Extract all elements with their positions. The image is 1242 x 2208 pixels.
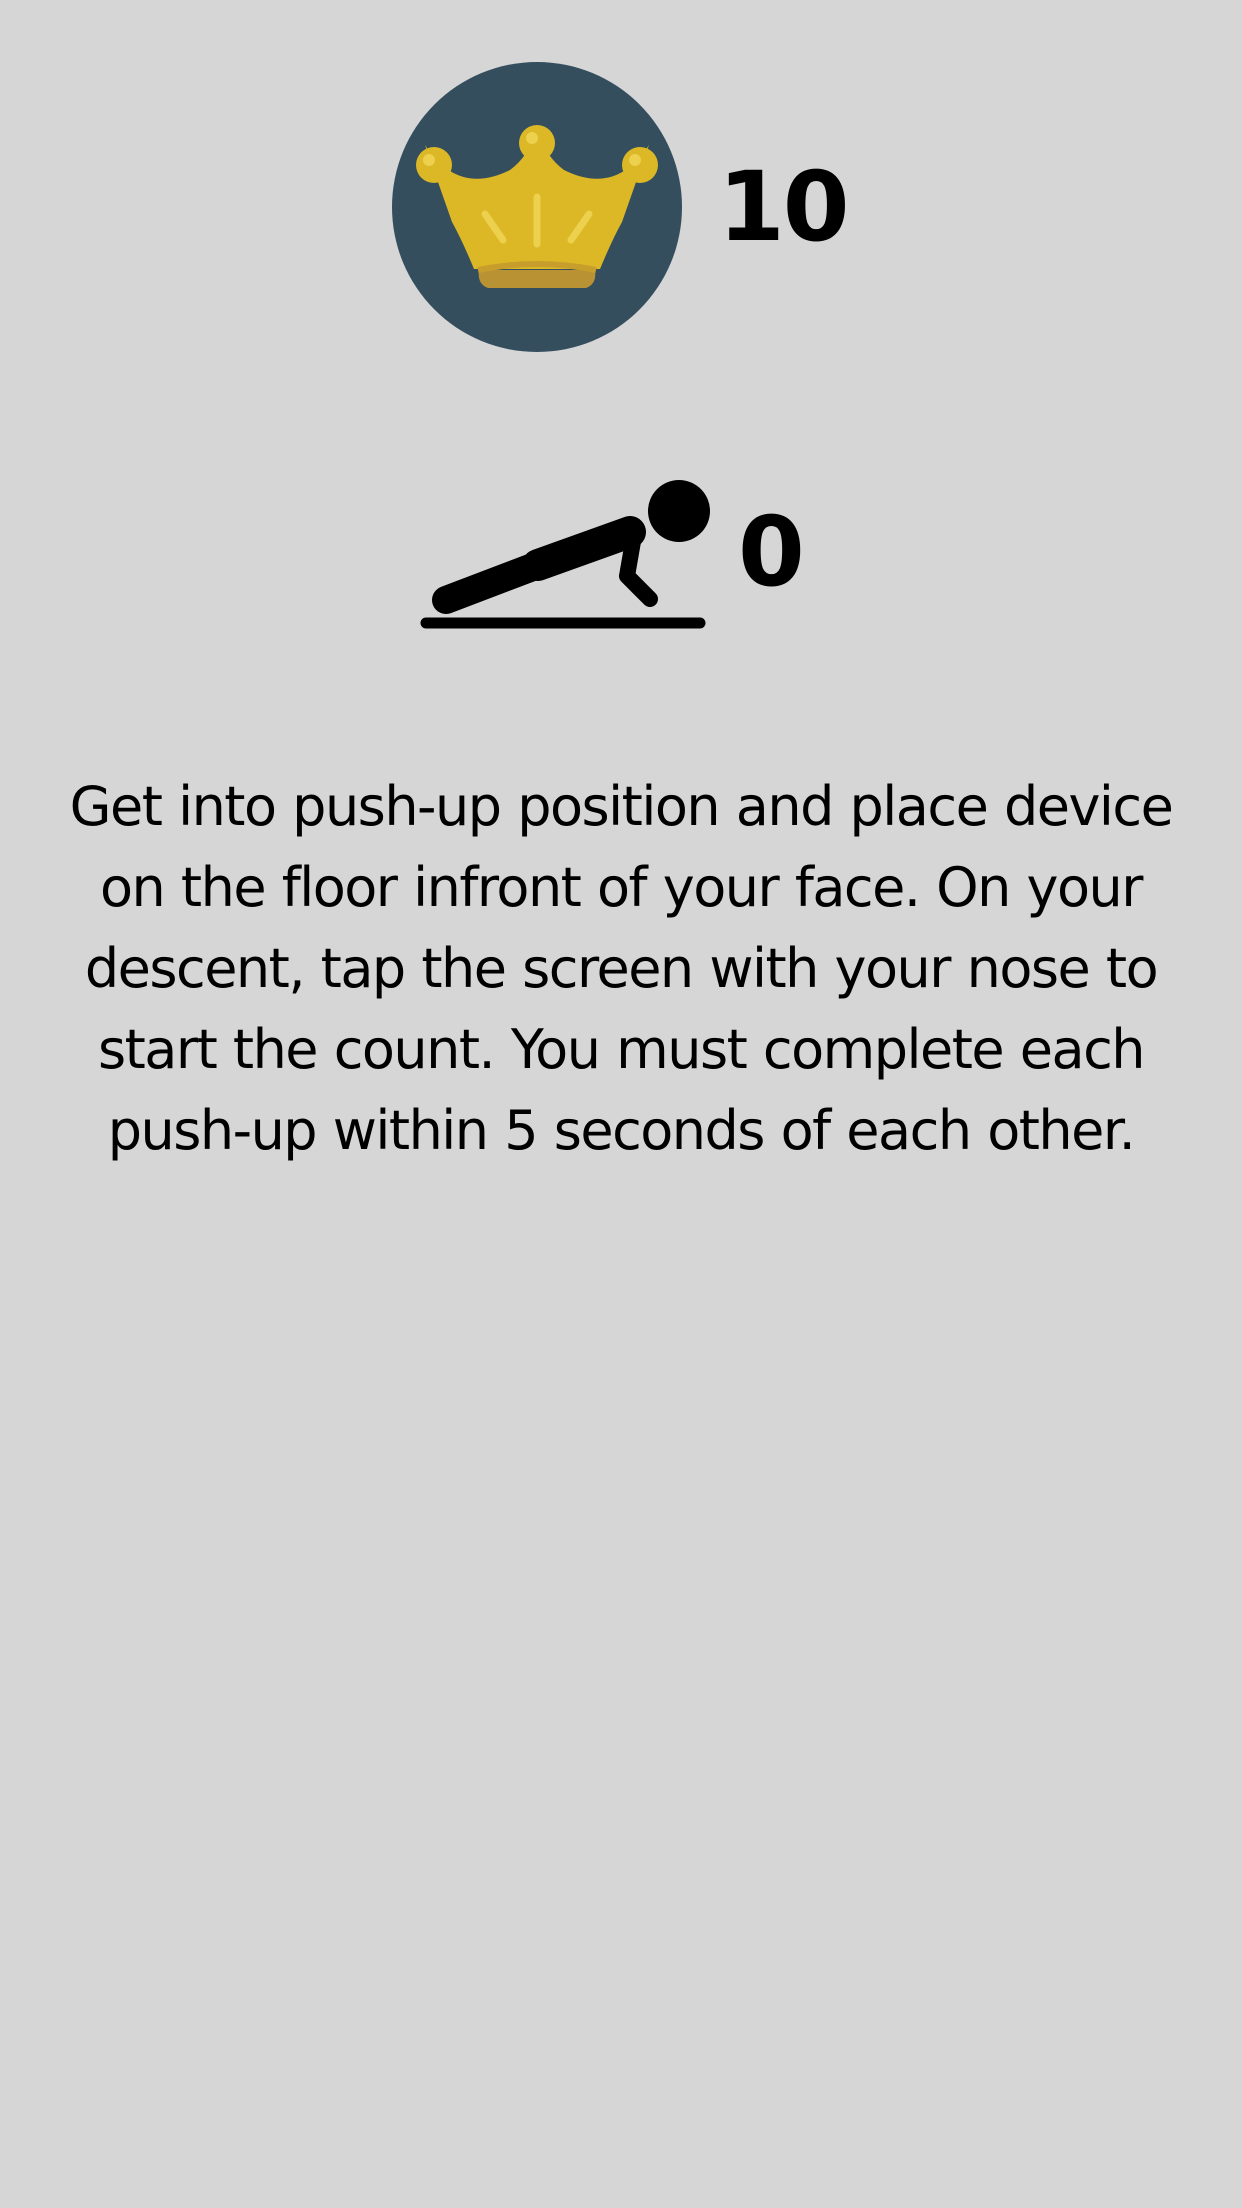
best-score-value: 10: [718, 151, 850, 263]
instructions-text: Get into push-up position and place devi…: [69, 775, 1174, 1162]
best-score-row: 10: [392, 62, 850, 352]
crown-icon: [392, 62, 682, 352]
pushup-icon: [420, 480, 710, 629]
pushup-count-row: 0: [418, 478, 805, 633]
pushup-count-value: 0: [738, 495, 805, 608]
